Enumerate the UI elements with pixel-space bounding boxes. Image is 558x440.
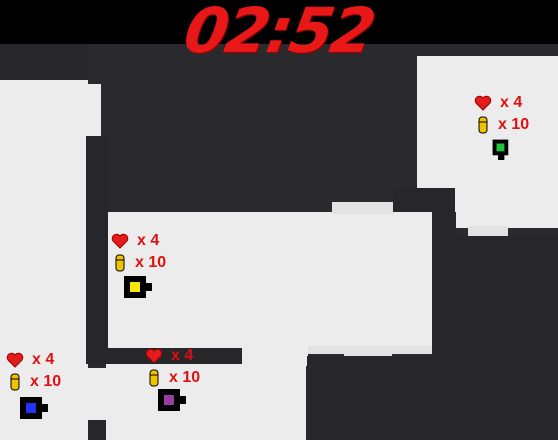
room-bottom-left [86, 368, 108, 420]
wall-left-pillar [86, 136, 108, 348]
ammo-count: x 10 [135, 254, 167, 271]
room-right-ext [455, 186, 558, 228]
player-tank-blue [20, 397, 48, 419]
lives-count: x 4 [137, 232, 160, 249]
ammo-count: x 10 [498, 116, 530, 133]
wall-notch2 [432, 212, 456, 238]
lives-count: x 4 [32, 351, 55, 368]
bullet-icon [115, 254, 125, 272]
top-bar: 02:52 [0, 0, 558, 67]
heart-icon [6, 352, 24, 368]
player-tank-purple [158, 389, 186, 411]
hud-yellow: x 4 x 10 [111, 230, 166, 274]
player-tank-green [492, 139, 509, 160]
heart-icon [474, 95, 492, 111]
round-timer: 02:52 [178, 0, 380, 67]
room-right-step [468, 226, 508, 236]
bullet-icon [478, 116, 488, 134]
wall-right-block2 [307, 356, 433, 440]
room-middle-top [332, 202, 394, 214]
room-bottom [106, 364, 306, 440]
wall-bottom-stub [88, 420, 106, 440]
player-tank-yellow [124, 276, 152, 298]
bullet-icon [149, 369, 159, 387]
heart-icon [111, 233, 129, 249]
bullet-icon [10, 373, 20, 391]
hud-green: x 4 x 10 [474, 92, 529, 136]
room-bottom-shoulder [242, 342, 308, 366]
wall-right-block [432, 236, 558, 440]
ammo-count: x 10 [169, 369, 201, 386]
heart-icon [145, 348, 163, 364]
room-left-notch [86, 84, 101, 136]
hud-blue: x 4 x 10 [6, 349, 61, 393]
ammo-count: x 10 [30, 373, 62, 390]
lives-count: x 4 [171, 347, 194, 364]
wall-notch [393, 188, 455, 212]
hud-purple: x 4 x 10 [145, 345, 200, 389]
lives-count: x 4 [500, 94, 523, 111]
